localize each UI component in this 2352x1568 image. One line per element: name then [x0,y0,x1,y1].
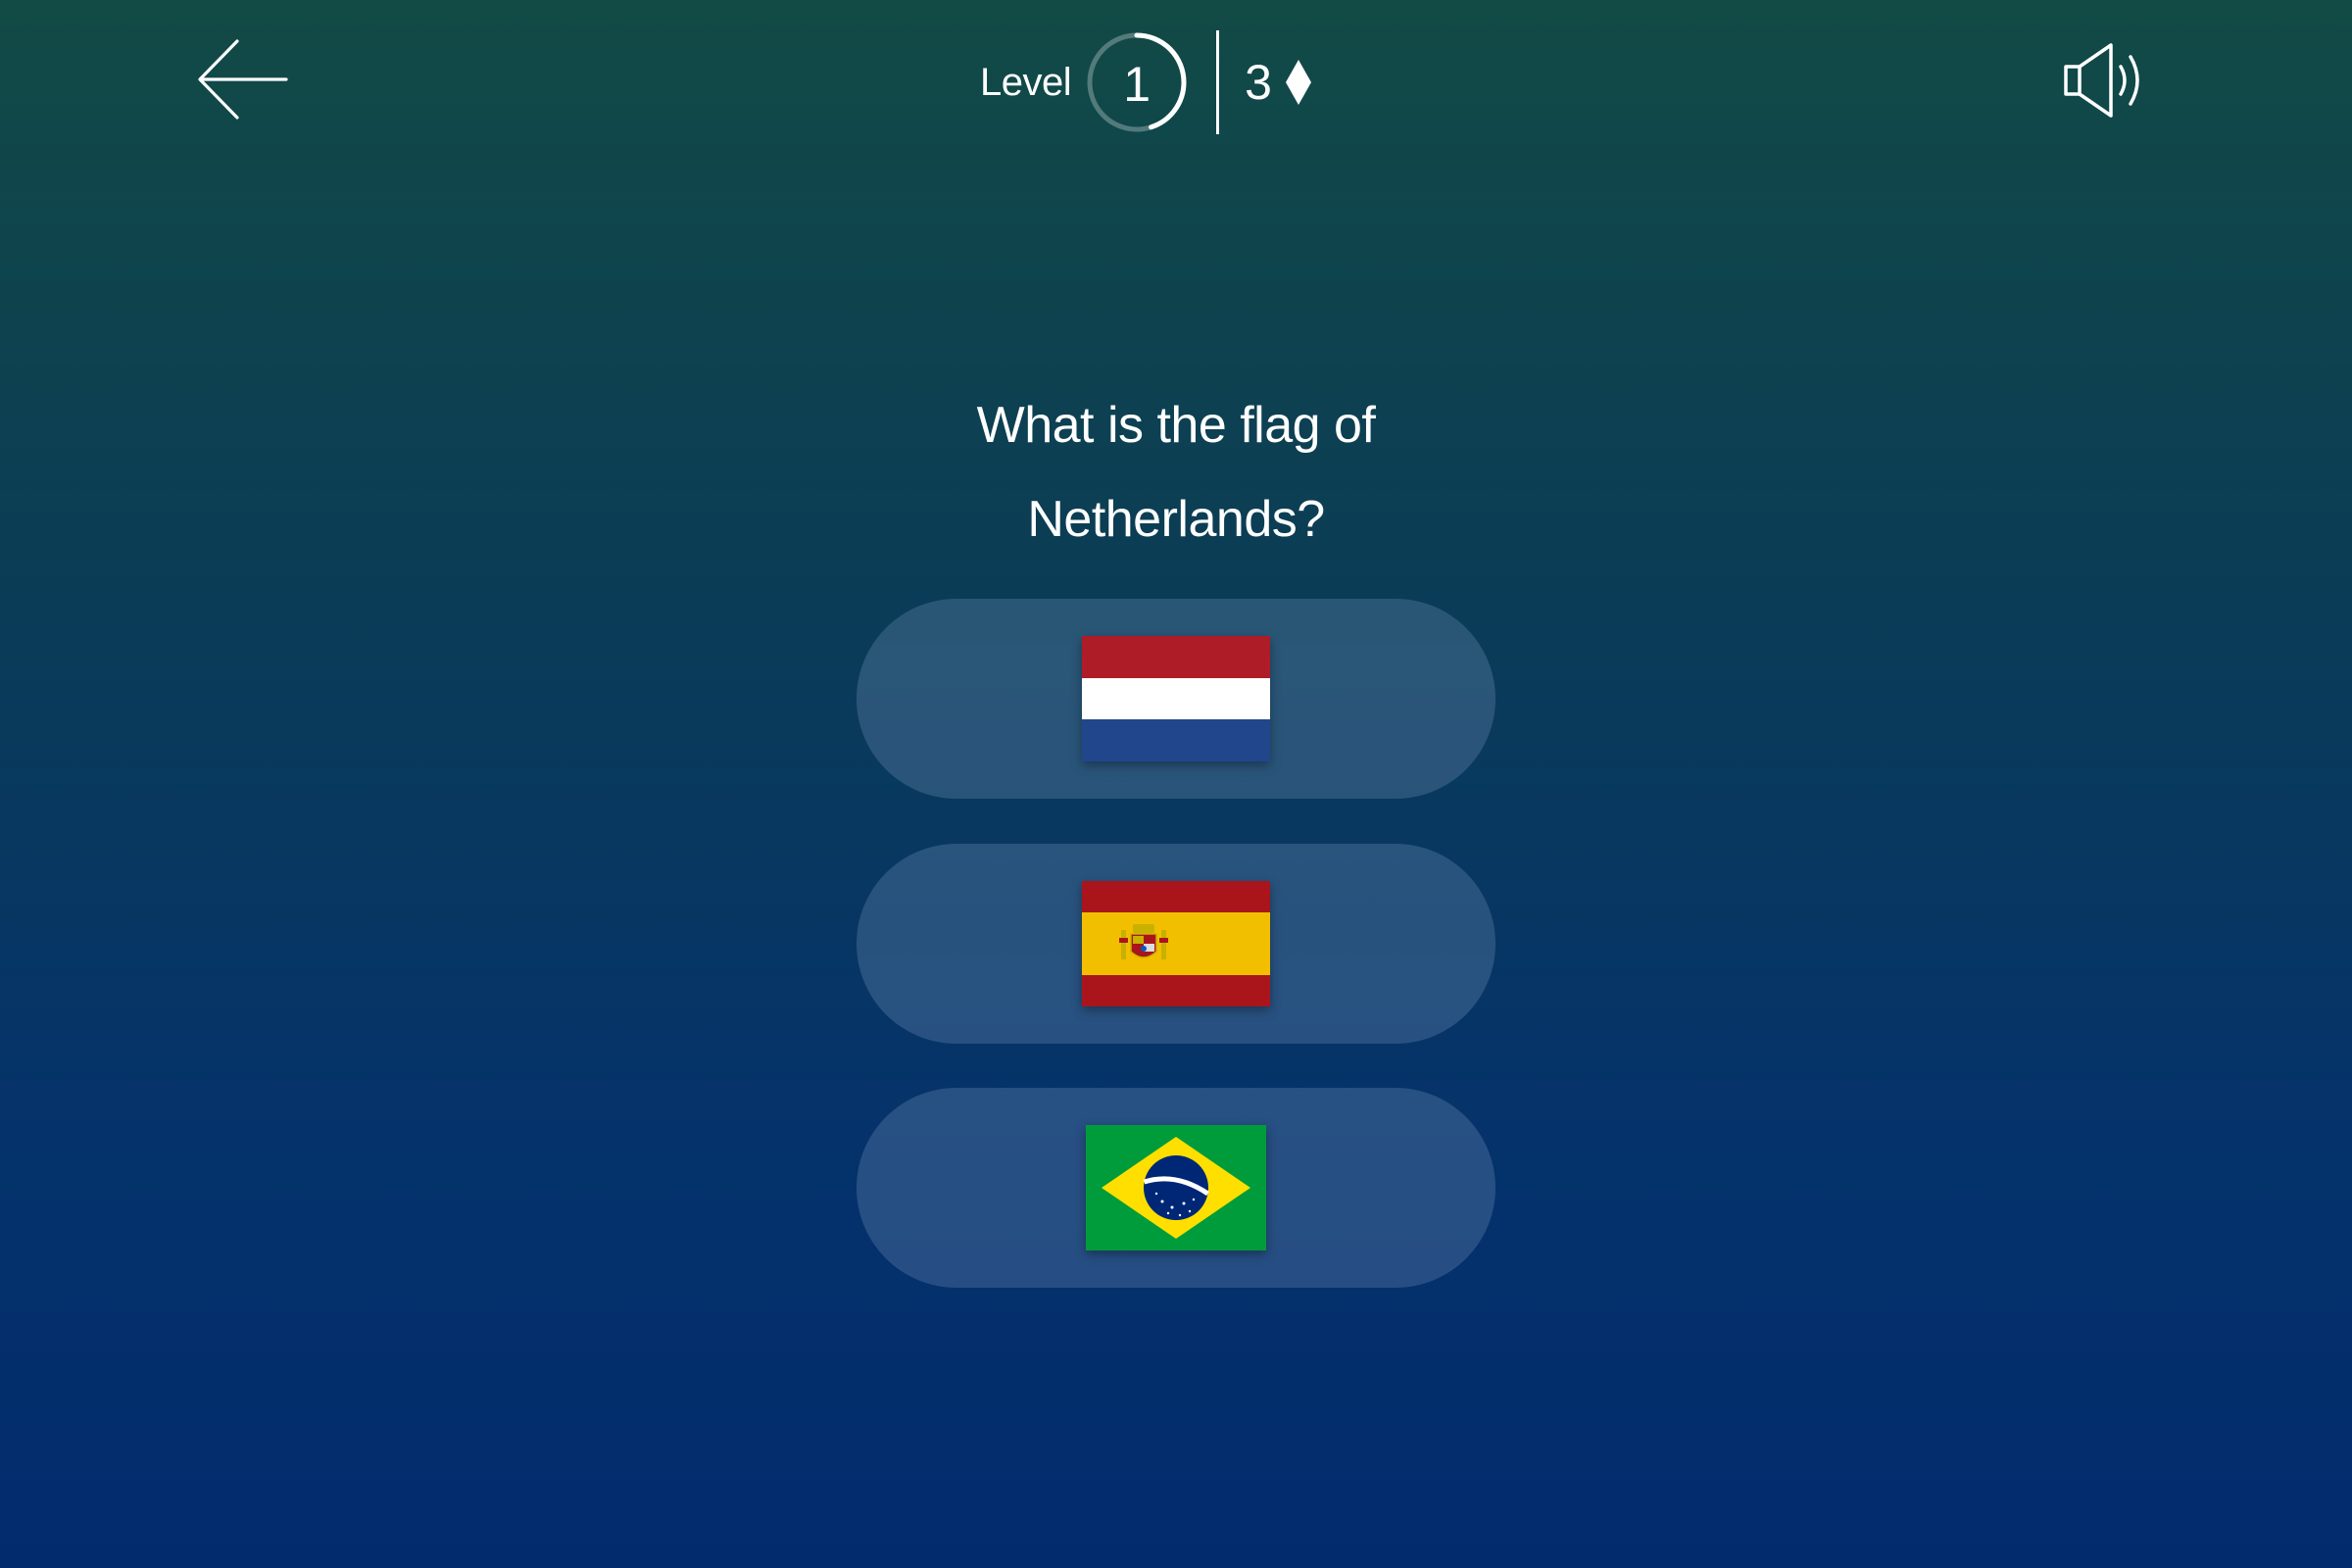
level-status: Level 1 3 [980,27,1313,137]
diamond-icon [1285,60,1311,105]
question-line-2: Netherlands? [1027,491,1325,548]
answer-option-spain[interactable] [857,844,1495,1044]
arrow-left-icon [198,39,288,120]
brazil-flag [1086,1125,1266,1250]
gem-count: 3 [1245,55,1272,110]
back-button[interactable] [196,35,290,123]
question-text: What is the flag of Netherlands? [686,378,1666,566]
answer-option-brazil[interactable] [857,1088,1495,1288]
level-label: Level [980,60,1072,104]
spain-flag [1082,881,1270,1006]
answer-option-netherlands[interactable] [857,599,1495,799]
netherlands-flag [1082,636,1270,761]
question-line-1: What is the flag of [976,397,1376,454]
hud-divider [1216,30,1220,134]
level-number: 1 [1123,57,1152,112]
level-progress-ring: 1 [1085,30,1189,134]
sound-toggle-button[interactable] [2062,41,2152,120]
speaker-icon [2064,43,2139,118]
